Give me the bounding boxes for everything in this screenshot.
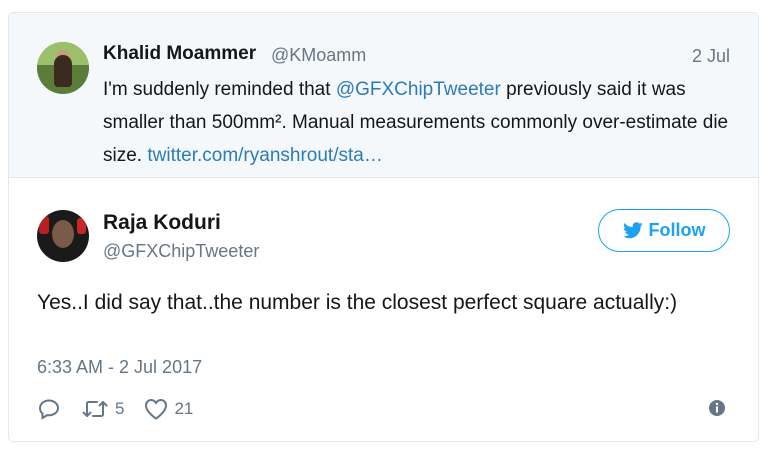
quoted-text-before: I'm suddenly reminded that bbox=[103, 79, 336, 100]
quoted-tweet-text: I'm suddenly reminded that @GFXChipTweet… bbox=[103, 73, 733, 172]
quoted-tweet[interactable]: Khalid Moammer @KMoamm 2 Jul I'm suddenl… bbox=[9, 13, 758, 178]
author-avatar[interactable] bbox=[37, 210, 89, 262]
follow-button[interactable]: Follow bbox=[598, 209, 730, 252]
author-name[interactable]: Raja Koduri bbox=[103, 211, 221, 235]
url-link[interactable]: twitter.com/ryanshrout/sta… bbox=[147, 145, 382, 166]
tweet-timestamp[interactable]: 6:33 AM - 2 Jul 2017 bbox=[37, 357, 202, 378]
info-icon[interactable] bbox=[706, 397, 728, 419]
follow-label: Follow bbox=[648, 220, 706, 240]
reply-icon bbox=[37, 397, 61, 421]
embedded-tweet-card: Khalid Moammer @KMoamm 2 Jul I'm suddenl… bbox=[8, 12, 759, 442]
reply-button[interactable] bbox=[37, 397, 61, 421]
twitter-bird-icon bbox=[622, 222, 643, 239]
tweet-actions: 5 21 bbox=[37, 395, 213, 423]
heart-icon bbox=[144, 398, 168, 420]
retweet-icon bbox=[81, 397, 109, 421]
quoted-author-name[interactable]: Khalid Moammer bbox=[103, 43, 256, 65]
retweet-count: 5 bbox=[115, 399, 125, 418]
mention-link[interactable]: @GFXChipTweeter bbox=[336, 79, 501, 100]
quoted-author-avatar[interactable] bbox=[37, 42, 89, 94]
tweet-text: Yes..I did say that..the number is the c… bbox=[37, 291, 678, 314]
like-button[interactable]: 21 bbox=[144, 398, 193, 420]
retweet-button[interactable]: 5 bbox=[81, 397, 124, 421]
quoted-author-handle[interactable]: @KMoamm bbox=[271, 45, 366, 66]
quoted-tweet-date[interactable]: 2 Jul bbox=[692, 46, 730, 67]
like-count: 21 bbox=[174, 399, 194, 418]
author-handle[interactable]: @GFXChipTweeter bbox=[103, 241, 259, 262]
